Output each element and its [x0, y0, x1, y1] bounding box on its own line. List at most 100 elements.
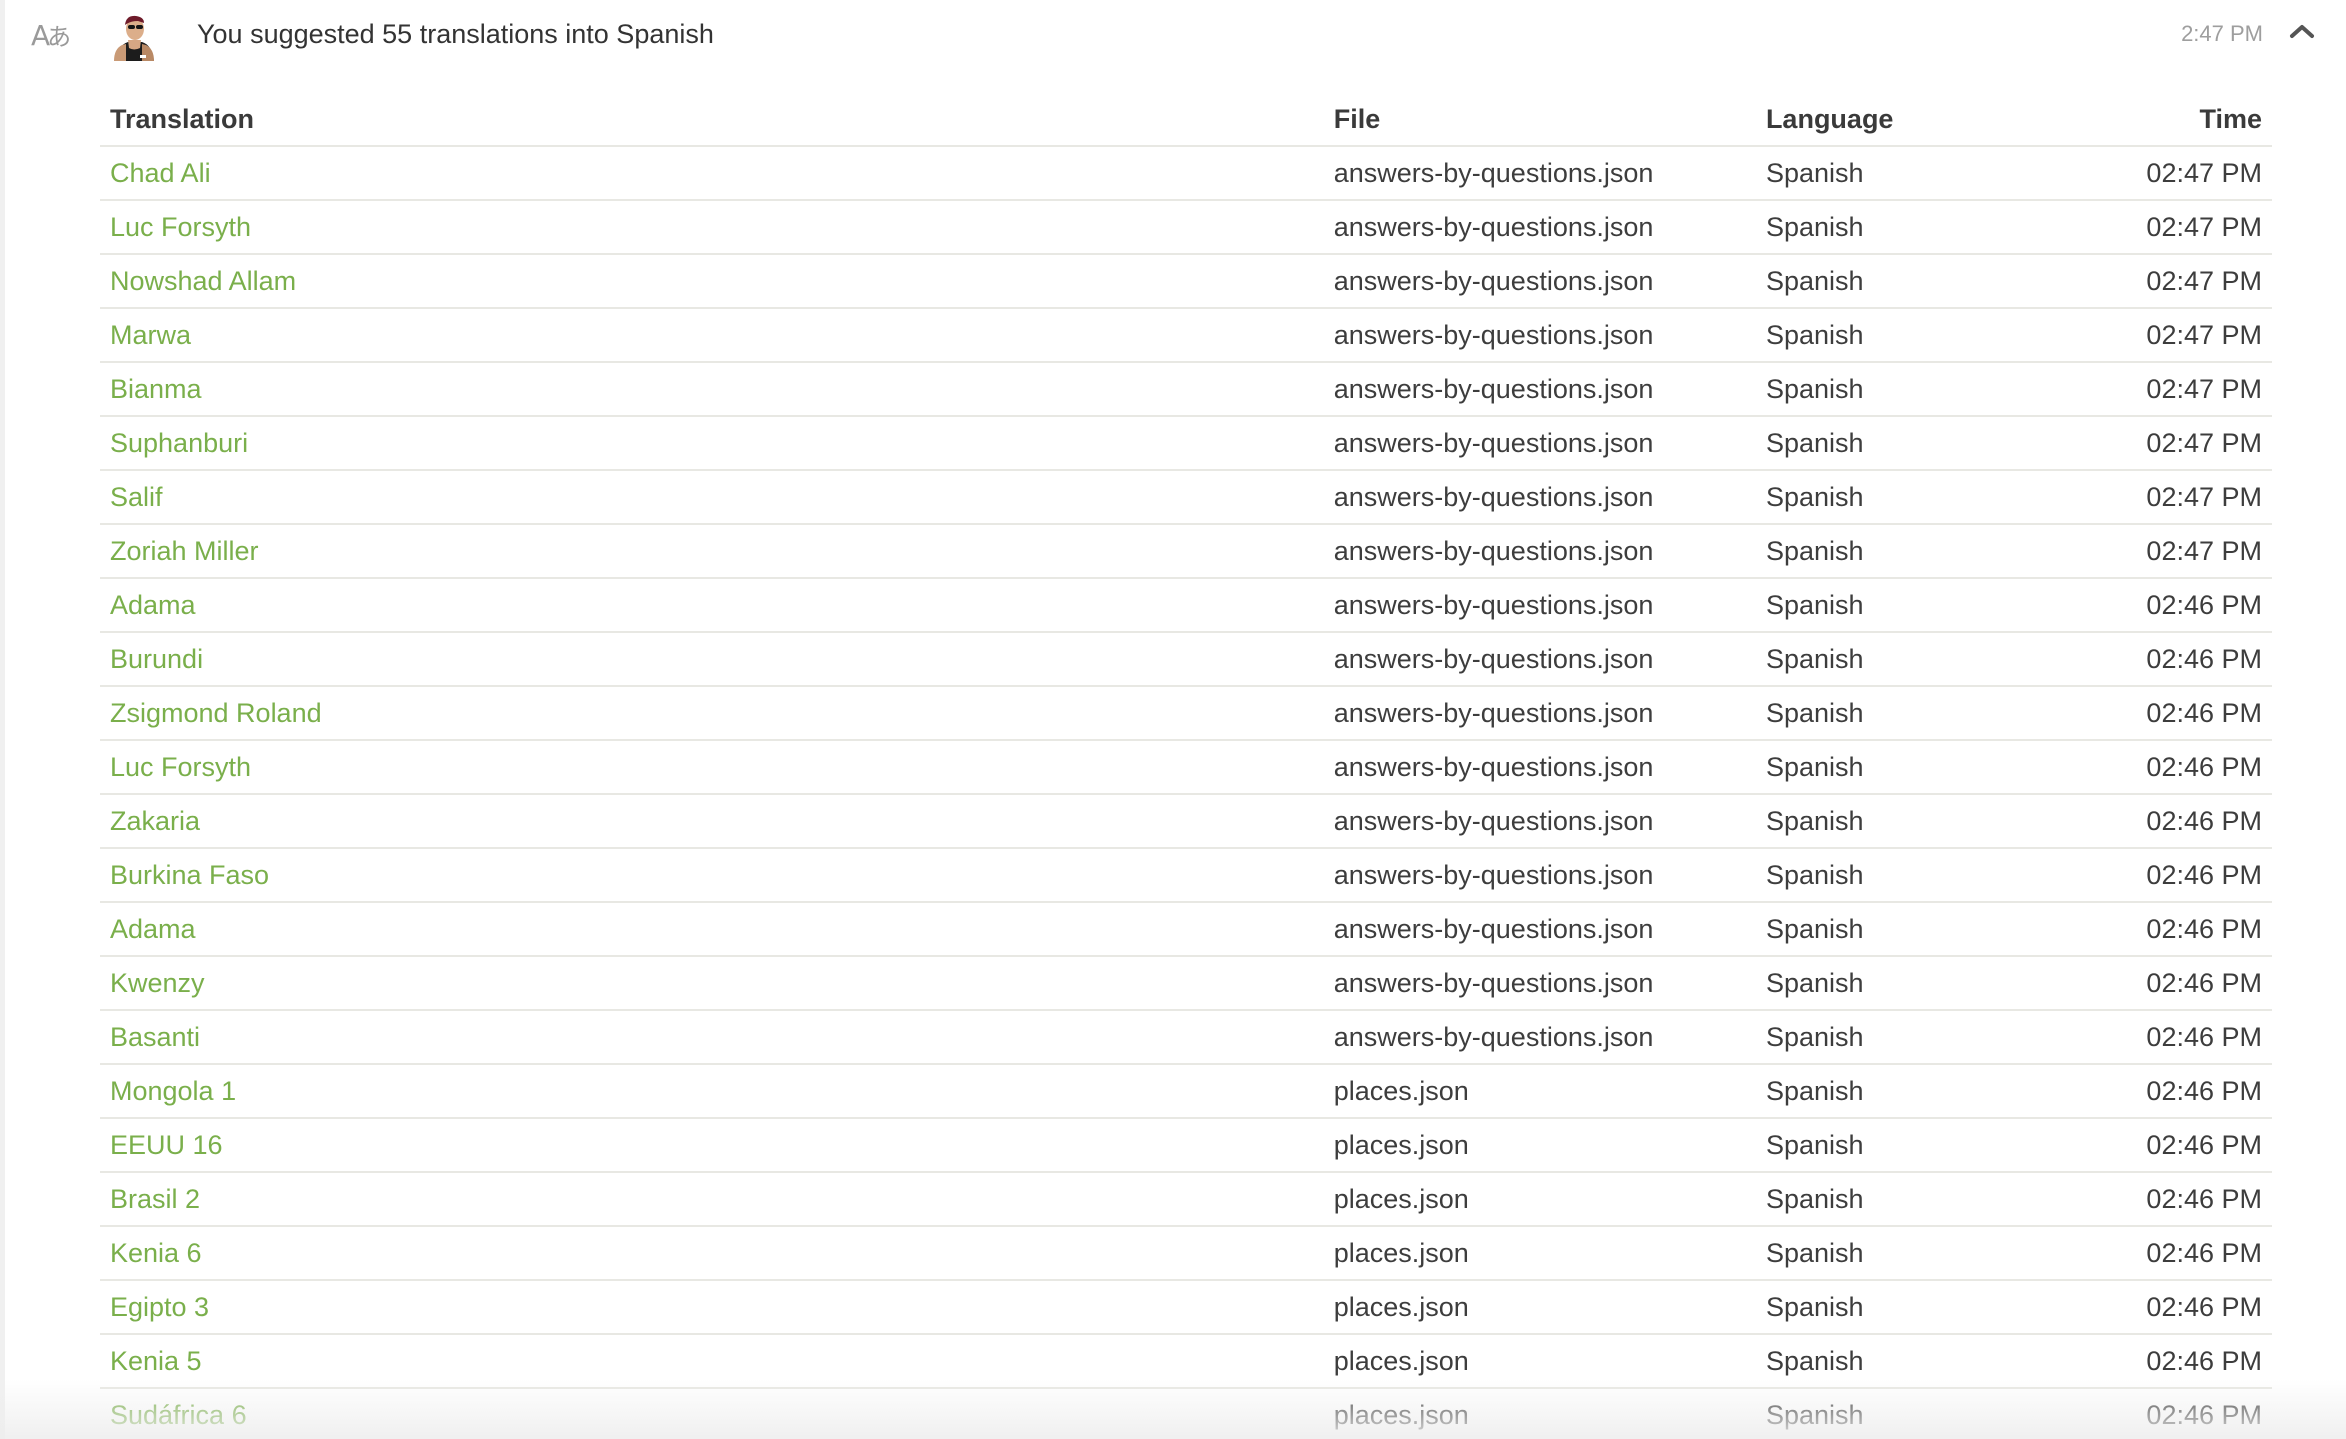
cell-time: 02:46 PM: [2136, 1226, 2272, 1281]
table-row: Brasil 2 places.json Spanish 02:46 PM: [100, 1172, 2272, 1227]
cell-file: answers-by-questions.json: [1323, 848, 1756, 903]
translation-link[interactable]: Brasil 2: [110, 1184, 200, 1214]
table-body: Chad Ali answers-by-questions.json Spanish…: [100, 146, 2272, 1439]
translation-link[interactable]: Zoriah Miller: [110, 536, 259, 566]
table-row: Sudáfrica 6 places.json Spanish 02:46 PM: [100, 1388, 2272, 1439]
table-row: Salif answers-by-questions.json Spanish 02:…: [100, 470, 2272, 525]
cell-translation: Bianma: [100, 362, 1324, 417]
table-row: Luc Forsyth answers-by-questions.json Span…: [100, 200, 2272, 255]
translation-link[interactable]: Basanti: [110, 1022, 200, 1052]
translation-link[interactable]: Sudáfrica 6: [110, 1400, 247, 1430]
cell-translation: Kenia 5: [100, 1334, 1324, 1389]
translation-link[interactable]: Kenia 5: [110, 1346, 202, 1376]
table-row: Marwa answers-by-questions.json Spanish 02:…: [100, 308, 2272, 363]
cell-time: 02:47 PM: [2136, 470, 2272, 525]
translation-link[interactable]: Chad Ali: [110, 158, 211, 188]
cell-translation: Kenia 6: [100, 1226, 1324, 1281]
cell-file: answers-by-questions.json: [1323, 146, 1756, 201]
translation-link[interactable]: Bianma: [110, 374, 202, 404]
cell-file: answers-by-questions.json: [1323, 362, 1756, 417]
cell-time: 02:47 PM: [2136, 416, 2272, 471]
cell-time: 02:46 PM: [2136, 578, 2272, 633]
cell-time: 02:46 PM: [2136, 1010, 2272, 1065]
cell-file: answers-by-questions.json: [1323, 200, 1756, 255]
table-row: Zoriah Miller answers-by-questions.json Sp…: [100, 524, 2272, 579]
cell-time: 02:46 PM: [2136, 794, 2272, 849]
cell-language: Spanish: [1755, 254, 2137, 309]
column-header-translation: Translation: [100, 93, 1324, 147]
cell-time: 02:46 PM: [2136, 1388, 2272, 1439]
translation-link[interactable]: Kenia 6: [110, 1238, 202, 1268]
translation-link[interactable]: Nowshad Allam: [110, 266, 296, 296]
activity-time: 2:47 PM: [2181, 21, 2263, 46]
user-avatar[interactable]: [108, 11, 160, 61]
translation-link[interactable]: Adama: [110, 590, 196, 620]
translation-link[interactable]: Mongola 1: [110, 1076, 236, 1106]
cell-time: 02:47 PM: [2136, 146, 2272, 201]
translation-link[interactable]: Zakaria: [110, 806, 200, 836]
cell-time: 02:46 PM: [2136, 1280, 2272, 1335]
table-row: Egipto 3 places.json Spanish 02:46 PM: [100, 1280, 2272, 1335]
table-row: Zakaria answers-by-questions.json Spanish 0…: [100, 794, 2272, 849]
translate-icon-japanese: あ: [47, 23, 71, 51]
cell-file: answers-by-questions.json: [1323, 254, 1756, 309]
translation-link[interactable]: Luc Forsyth: [110, 212, 251, 242]
cell-translation: Sudáfrica 6: [100, 1388, 1324, 1439]
translation-link[interactable]: Egipto 3: [110, 1292, 209, 1322]
cell-translation: Zsigmond Roland: [100, 686, 1324, 741]
table-row: Basanti answers-by-questions.json Spanish 0…: [100, 1010, 2272, 1065]
cell-file: answers-by-questions.json: [1323, 470, 1756, 525]
translation-link[interactable]: EEUU 16: [110, 1130, 223, 1160]
cell-language: Spanish: [1755, 902, 2137, 957]
translate-icon: Aあ: [31, 18, 71, 54]
cell-language: Spanish: [1755, 686, 2137, 741]
translation-link[interactable]: Zsigmond Roland: [110, 698, 322, 728]
cell-file: answers-by-questions.json: [1323, 578, 1756, 633]
column-header-file: File: [1323, 93, 1756, 147]
collapse-button[interactable]: [2284, 16, 2320, 46]
activity-card: Aあ You suggested 55 translations into Sp…: [0, 0, 2346, 1439]
cell-time: 02:46 PM: [2136, 902, 2272, 957]
cell-time: 02:46 PM: [2136, 956, 2272, 1011]
cell-language: Spanish: [1755, 1064, 2137, 1119]
cell-translation: Burundi: [100, 632, 1324, 687]
cell-translation: Mongola 1: [100, 1064, 1324, 1119]
translation-link[interactable]: Suphanburi: [110, 428, 248, 458]
cell-translation: Nowshad Allam: [100, 254, 1324, 309]
cell-language: Spanish: [1755, 470, 2137, 525]
translation-link[interactable]: Marwa: [110, 320, 191, 350]
cell-translation: Suphanburi: [100, 416, 1324, 471]
cell-time: 02:46 PM: [2136, 848, 2272, 903]
left-border: [0, 0, 5, 1439]
table-header-row: Translation File Language Time: [100, 93, 2272, 147]
cell-language: Spanish: [1755, 200, 2137, 255]
cell-translation: Brasil 2: [100, 1172, 1324, 1227]
cell-translation: Salif: [100, 470, 1324, 525]
cell-language: Spanish: [1755, 1118, 2137, 1173]
cell-file: answers-by-questions.json: [1323, 686, 1756, 741]
translation-link[interactable]: Salif: [110, 482, 163, 512]
cell-file: answers-by-questions.json: [1323, 416, 1756, 471]
cell-time: 02:46 PM: [2136, 740, 2272, 795]
translation-link[interactable]: Adama: [110, 914, 196, 944]
cell-language: Spanish: [1755, 524, 2137, 579]
cell-time: 02:47 PM: [2136, 362, 2272, 417]
translation-link[interactable]: Luc Forsyth: [110, 752, 251, 782]
cell-translation: Zakaria: [100, 794, 1324, 849]
cell-translation: Burkina Faso: [100, 848, 1324, 903]
translation-link[interactable]: Burkina Faso: [110, 860, 269, 890]
cell-language: Spanish: [1755, 1280, 2137, 1335]
translation-link[interactable]: Kwenzy: [110, 968, 205, 998]
cell-translation: Zoriah Miller: [100, 524, 1324, 579]
cell-translation: Marwa: [100, 308, 1324, 363]
table-row: Nowshad Allam answers-by-questions.json Sp…: [100, 254, 2272, 309]
cell-translation: Luc Forsyth: [100, 740, 1324, 795]
table-row: Kenia 5 places.json Spanish 02:46 PM: [100, 1334, 2272, 1389]
chevron-up-icon: [2290, 25, 2314, 38]
table-row: Chad Ali answers-by-questions.json Spanish…: [100, 146, 2272, 201]
translation-link[interactable]: Burundi: [110, 644, 203, 674]
cell-time: 02:46 PM: [2136, 632, 2272, 687]
table-row: EEUU 16 places.json Spanish 02:46 PM: [100, 1118, 2272, 1173]
cell-time: 02:47 PM: [2136, 308, 2272, 363]
table-row: Bianma answers-by-questions.json Spanish 02…: [100, 362, 2272, 417]
